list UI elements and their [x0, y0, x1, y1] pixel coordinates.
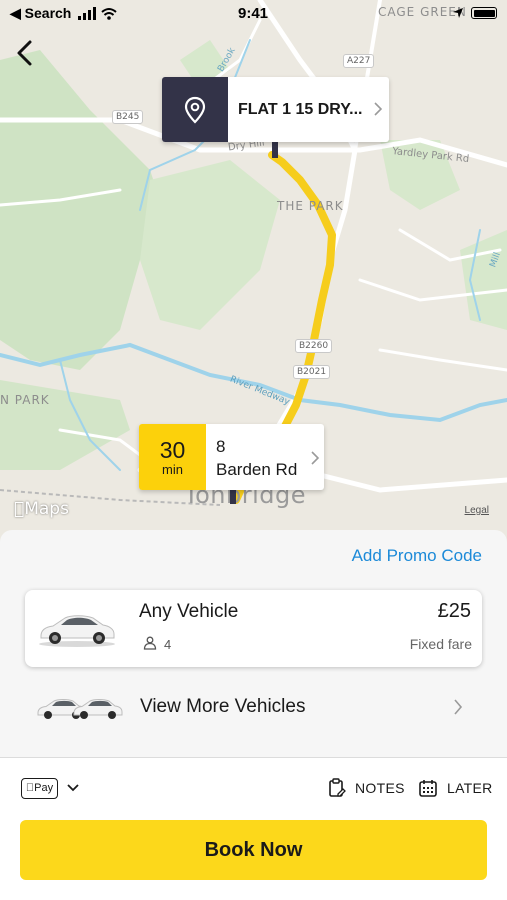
- booking-options-bar: Pay NOTES LATER: [0, 758, 507, 820]
- pickup-icon-box: [162, 77, 228, 142]
- road-shield-b2021: B2021: [293, 365, 331, 379]
- maps-logo-text: Maps: [14, 499, 69, 519]
- location-pin-icon: [184, 96, 206, 124]
- book-later-button[interactable]: LATER: [418, 778, 493, 798]
- pickup-pin-stem: [272, 142, 278, 158]
- passenger-count: 4: [164, 637, 172, 652]
- car-icon: [39, 615, 115, 647]
- payment-method-label: Pay: [30, 782, 53, 794]
- route-map[interactable]: CAGE GREEN THE PARK N PARK Tonbridge Dry…: [0, 0, 507, 545]
- calendar-icon: [419, 780, 437, 797]
- fare-type: Fixed fare: [409, 636, 472, 652]
- apple-maps-logo: Maps: [14, 499, 69, 519]
- dropoff-address: 8 Barden Rd: [206, 424, 324, 490]
- status-bar: ◀ Search 9:41: [0, 0, 507, 26]
- dropoff-pin-stem: [230, 490, 236, 504]
- location-arrow-icon: [453, 8, 463, 18]
- apple-logo-icon: : [14, 499, 24, 519]
- back-button[interactable]: [12, 38, 38, 68]
- vehicle-price: £25: [437, 600, 471, 622]
- later-label: LATER: [447, 780, 493, 796]
- book-button-container: Book Now: [0, 820, 507, 900]
- eta-unit: min: [162, 461, 183, 477]
- chevron-down-icon[interactable]: [66, 783, 80, 793]
- apple-pay-badge[interactable]: Pay: [21, 778, 58, 799]
- dropoff-callout[interactable]: 30 min 8 Barden Rd: [139, 424, 324, 490]
- back-to-app-link[interactable]: ◀ Search: [10, 5, 71, 22]
- apple-logo-icon: : [26, 782, 34, 794]
- chevron-right-icon: [454, 699, 463, 715]
- status-time: 9:41: [238, 5, 269, 22]
- notes-icon: [329, 778, 346, 797]
- dropoff-line2: Barden Rd: [216, 460, 298, 479]
- notes-label: NOTES: [355, 780, 405, 796]
- dropoff-line1: 8: [216, 437, 226, 456]
- book-now-button[interactable]: Book Now: [20, 820, 487, 880]
- road-shield-b245: B245: [112, 110, 144, 124]
- passenger-icon: [143, 636, 157, 650]
- eta-box: 30 min: [139, 424, 206, 490]
- map-label-the-park: THE PARK: [277, 199, 344, 213]
- battery-icon: [471, 7, 497, 19]
- road-shield-a227: A227: [343, 54, 375, 68]
- eta-value: 30: [159, 436, 186, 463]
- pickup-address: FLAT 1 15 DRY...: [238, 101, 363, 118]
- road-shield-b2260: B2260: [295, 339, 333, 353]
- booking-sheet: Add Promo Code Any Vehicle 4 £25 Fixed f…: [0, 530, 507, 900]
- legal-link[interactable]: Legal: [465, 505, 489, 516]
- chevron-right-icon: [311, 451, 320, 465]
- view-more-vehicles-row[interactable]: View More Vehicles: [0, 678, 507, 738]
- notes-button[interactable]: NOTES: [328, 778, 405, 798]
- map-label-n-park: N PARK: [0, 393, 50, 407]
- chevron-right-icon: [374, 102, 383, 116]
- vehicle-name: Any Vehicle: [139, 601, 239, 622]
- pickup-callout[interactable]: FLAT 1 15 DRY...: [162, 77, 389, 142]
- add-promo-code-link[interactable]: Add Promo Code: [352, 546, 482, 566]
- view-more-vehicles-label: View More Vehicles: [140, 696, 306, 717]
- vehicle-option-card[interactable]: Any Vehicle 4 £25 Fixed fare: [25, 590, 482, 667]
- multiple-cars-icon: [37, 699, 123, 719]
- signal-wifi-icon: [78, 7, 117, 20]
